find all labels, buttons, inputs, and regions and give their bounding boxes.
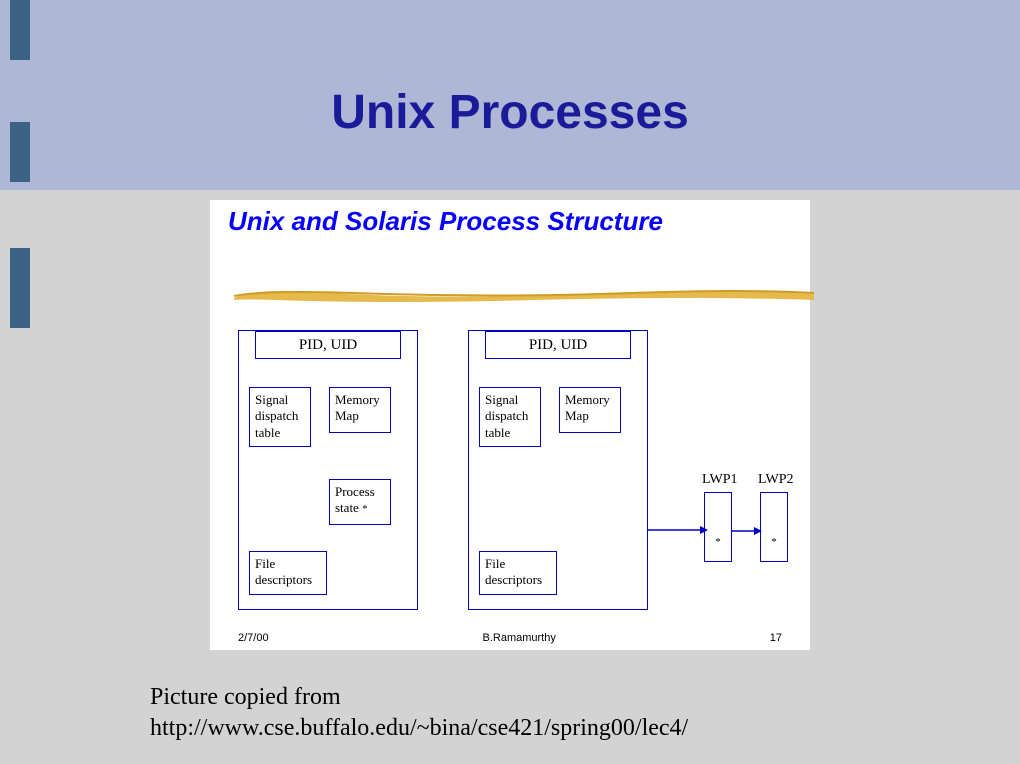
arrow-icon [732,524,762,536]
accent-tab [10,0,30,60]
file-descriptors-box: File descriptors [249,551,327,595]
process-box-solaris: PID, UID Signal dispatch table Memory Ma… [468,330,648,610]
arrow-icon [648,522,708,538]
pid-uid-header: PID, UID [485,331,631,359]
star-icon: * [771,536,777,548]
process-state-label-line1: Process [335,484,375,499]
accent-tab [10,122,30,182]
caption-line1: Picture copied from [150,684,341,710]
embedded-figure: Unix and Solaris Process Structure PID, … [210,200,810,650]
star-icon: * [715,536,721,548]
source-caption: Picture copied from http://www.cse.buffa… [150,682,980,744]
title-band: Unix Processes [0,0,1020,190]
footer-date: 2/7/00 [238,632,269,644]
lwp1-box: * [704,492,732,562]
process-box-unix: PID, UID Signal dispatch table Memory Ma… [238,330,418,610]
signal-dispatch-box: Signal dispatch table [479,387,541,447]
footer-author: B.Ramamurthy [482,632,555,644]
lwp2-label: LWP2 [758,472,794,488]
signal-dispatch-box: Signal dispatch table [249,387,311,447]
memory-map-box: Memory Map [329,387,391,433]
accent-tab [10,248,30,328]
process-state-box: Process state * [329,479,391,525]
lwp1-label: LWP1 [702,472,738,488]
lwp2-box: * [760,492,788,562]
process-state-label-line2: state [335,500,359,515]
slide-title: Unix Processes [0,85,1020,140]
figure-title: Unix and Solaris Process Structure [228,206,792,237]
pid-uid-header: PID, UID [255,331,401,359]
brush-underline-icon [234,286,814,304]
star-icon: * [362,503,368,515]
caption-line2: http://www.cse.buffalo.edu/~bina/cse421/… [150,715,688,741]
footer-page: 17 [770,632,782,644]
memory-map-box: Memory Map [559,387,621,433]
figure-footer: 2/7/00 B.Ramamurthy 17 [238,632,782,644]
file-descriptors-box: File descriptors [479,551,557,595]
